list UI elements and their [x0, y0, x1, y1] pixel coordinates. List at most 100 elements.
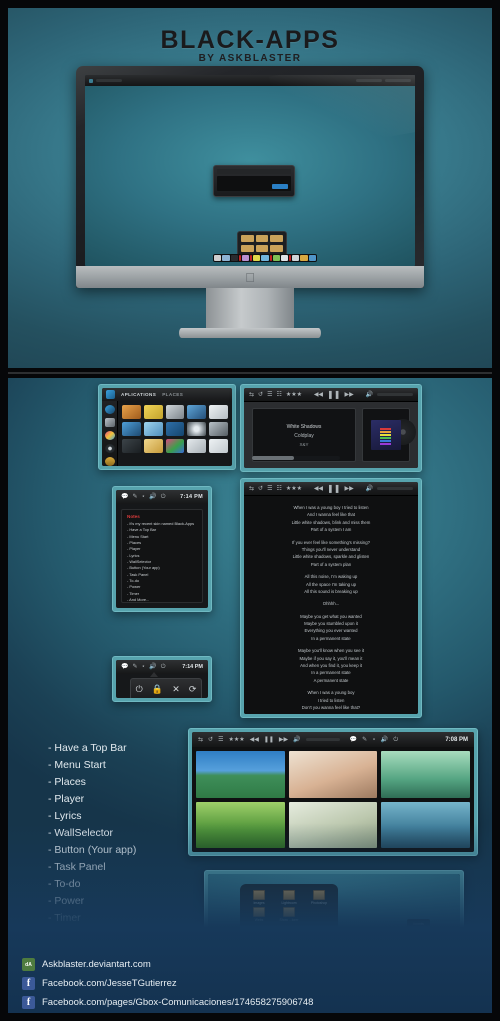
terminal-icon[interactable]	[122, 439, 141, 453]
dock-item-settings[interactable]	[292, 935, 306, 948]
wallpaper-hands-silhouette[interactable]	[381, 801, 470, 848]
link-text[interactable]: Facebook.com/JesseTGutierrez	[42, 978, 177, 989]
search-icon[interactable]	[209, 405, 228, 419]
next-icon[interactable]: ▶▶	[344, 392, 353, 398]
dock-item-colors[interactable]	[312, 935, 326, 948]
power-icon[interactable]: ⏻	[161, 494, 166, 500]
eq-icon[interactable]: ☰	[267, 486, 272, 492]
power-flash-icon[interactable]	[165, 422, 185, 436]
pause-icon[interactable]: ❚❚	[264, 737, 274, 743]
dock-item-desktop[interactable]	[412, 935, 426, 948]
compass-icon[interactable]	[104, 444, 115, 453]
notes-pad[interactable]: Notes - It's my recent skin named Black-…	[121, 509, 203, 603]
repeat-icon[interactable]: ↺	[258, 486, 263, 492]
music-player-window[interactable]: ⇆ ↺ ☰ ☷ ★★★ ◀◀ ❚❚ ▶▶ 🔊 White Shadows Col…	[240, 384, 422, 472]
lock-button[interactable]: 🔒	[152, 684, 163, 694]
folder-show-explorer[interactable]: Show ...lorer	[275, 907, 303, 922]
notes-icon[interactable]	[143, 405, 163, 419]
fonts-abc-icon[interactable]	[209, 439, 228, 453]
menu-item-places[interactable]: PLACES	[162, 392, 183, 397]
restart-button[interactable]: ⟳	[189, 684, 197, 694]
folder-lightroom[interactable]: Lightroom	[275, 890, 303, 905]
wallpaper-dandelion[interactable]	[288, 801, 378, 848]
weather-icon[interactable]	[143, 422, 163, 436]
blank-icon[interactable]	[187, 439, 207, 453]
folder-photoshop[interactable]: Photoshop	[305, 890, 333, 905]
deviantart-link[interactable]: dA Askblaster.deviantart.com	[8, 955, 492, 974]
dock-item-editor[interactable]	[242, 935, 256, 948]
rating-stars-icon[interactable]: ★★★	[228, 737, 244, 743]
progress-bar[interactable]	[252, 456, 340, 460]
dock-item-paint[interactable]	[362, 935, 376, 948]
task-panel-window[interactable]: Images Lightroom Photoshop Webs Show ...…	[204, 870, 464, 954]
previous-icon[interactable]: ◀◀	[314, 486, 323, 492]
previous-icon[interactable]: ◀◀	[314, 392, 323, 398]
link-text[interactable]: Askblaster.deviantart.com	[42, 959, 151, 970]
dock-item-video[interactable]	[327, 935, 341, 948]
folder-images[interactable]: Images	[245, 890, 273, 905]
repeat-icon[interactable]: ↺	[258, 392, 263, 398]
display-icon[interactable]	[187, 405, 207, 419]
lyrics-window[interactable]: ⇆ ↺ ☰ ☷ ★★★ ◀◀ ❚❚ ▶▶ 🔊 When I was a youn…	[240, 478, 422, 718]
shuffle-icon[interactable]: ⇆	[249, 486, 254, 492]
power-window[interactable]: 💬 ✎ ⋆ 🔊 ⏻ 7:14 PM ⏻ 🔒 ✕ ⟳	[112, 656, 212, 702]
next-icon[interactable]: ▶▶	[344, 486, 353, 492]
folder-icon[interactable]	[143, 439, 163, 453]
dock-item-media[interactable]	[272, 935, 286, 948]
drive-icon[interactable]	[104, 418, 115, 427]
facebook-profile-link[interactable]: f Facebook.com/JesseTGutierrez	[8, 974, 492, 993]
printer-icon[interactable]	[122, 405, 141, 419]
network-icon[interactable]: ⋆	[372, 737, 376, 743]
playlist-icon[interactable]: ☷	[276, 486, 281, 492]
network-icon[interactable]: ⋆	[142, 664, 146, 670]
chat-icon[interactable]: 💬	[121, 494, 128, 500]
dock-item-sync[interactable]	[382, 935, 396, 948]
eq-icon[interactable]: ☰	[218, 737, 223, 743]
network-icon[interactable]: ⋆	[142, 494, 146, 500]
to-do-notes-window[interactable]: 💬 ✎ ⋆ 🔊 ⏻ 7:14 PM Notes - It's my recent…	[112, 486, 212, 612]
dock-item-folder[interactable]	[397, 935, 411, 948]
dock-item-browser[interactable]	[347, 935, 361, 948]
pause-icon[interactable]: ❚❚	[327, 484, 340, 493]
power-icon[interactable]: ⏻	[161, 664, 166, 670]
brush-icon[interactable]: ✎	[132, 664, 137, 670]
wallpaper-selector-window[interactable]: ⇆ ↺ ☰ ★★★ ◀◀ ❚❚ ▶▶ 🔊 💬 ✎ ⋆ 🔊 ⏻ 7:08 PM	[188, 728, 478, 856]
trash-icon[interactable]	[104, 457, 115, 466]
wallpaper-blue-sky[interactable]	[196, 751, 285, 798]
monitor-icon[interactable]	[209, 422, 228, 436]
pause-icon[interactable]: ❚❚	[327, 390, 340, 399]
wallpaper-icon[interactable]	[122, 422, 141, 436]
previous-icon[interactable]: ◀◀	[250, 737, 259, 743]
folder-webs[interactable]: Webs	[245, 907, 273, 922]
facebook-page-link[interactable]: f Facebook.com/pages/Gbox-Comunicaciones…	[8, 993, 492, 1012]
volume-icon[interactable]: 🔊	[293, 737, 300, 743]
volume-icon[interactable]: 🔊	[149, 664, 156, 670]
palette-icon[interactable]	[104, 431, 115, 440]
shuffle-icon[interactable]: ⇆	[198, 737, 203, 743]
camera-icon[interactable]	[165, 439, 185, 453]
eq-icon[interactable]: ☰	[267, 392, 272, 398]
globe-icon[interactable]	[187, 422, 207, 436]
wallpaper-green-gradient[interactable]	[381, 751, 470, 798]
volume-slider[interactable]	[377, 392, 413, 397]
shutdown-button[interactable]: ⏻	[136, 684, 143, 694]
menu-start-window[interactable]: APLICATIONS PLACES	[98, 384, 236, 470]
brush-icon[interactable]: ✎	[132, 494, 137, 500]
rating-stars-icon[interactable]: ★★★	[286, 392, 302, 398]
chat-icon[interactable]: 💬	[121, 664, 128, 670]
start-orb-icon[interactable]	[106, 390, 115, 399]
wallpaper-bmx-rider[interactable]	[288, 751, 378, 798]
volume-icon[interactable]: 🔊	[149, 494, 156, 500]
close-session-button[interactable]: ✕	[172, 684, 180, 694]
wallpaper-grass-field[interactable]	[196, 801, 285, 848]
dock-item-downloads[interactable]	[257, 935, 271, 948]
volume-icon[interactable]: 🔊	[366, 486, 373, 492]
power-icon[interactable]: ⏻	[393, 737, 398, 743]
playlist-icon[interactable]: ☷	[276, 392, 281, 398]
volume-slider[interactable]	[377, 486, 413, 491]
next-icon[interactable]: ▶▶	[279, 737, 288, 743]
link-text[interactable]: Facebook.com/pages/Gbox-Comunicaciones/1…	[42, 997, 313, 1008]
brush-icon[interactable]: ✎	[362, 737, 367, 743]
tray-volume-icon[interactable]: 🔊	[381, 737, 388, 743]
volume-icon[interactable]: 🔊	[366, 392, 373, 398]
